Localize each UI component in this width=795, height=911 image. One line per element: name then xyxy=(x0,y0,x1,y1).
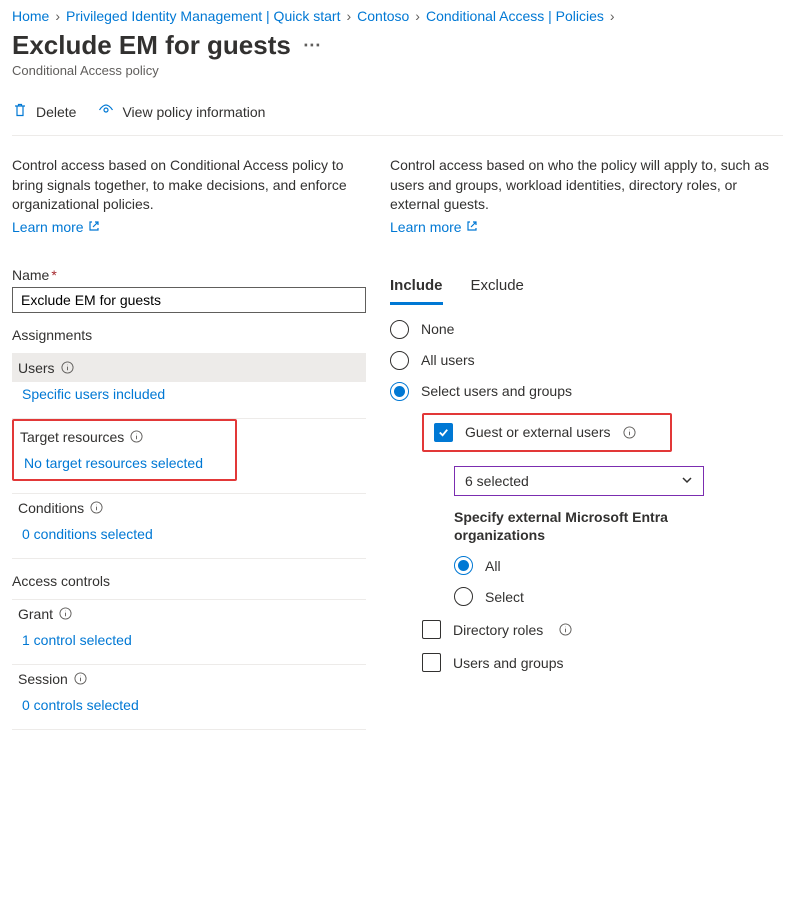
name-input[interactable] xyxy=(12,287,366,313)
checkbox-directory-roles[interactable]: Directory roles xyxy=(422,620,770,639)
target-resources-value-link[interactable]: No target resources selected xyxy=(14,451,213,475)
view-policy-info-button[interactable]: View policy information xyxy=(98,102,265,121)
session-value-link[interactable]: 0 controls selected xyxy=(12,693,149,717)
tab-exclude[interactable]: Exclude xyxy=(471,271,524,305)
tab-include[interactable]: Include xyxy=(390,271,443,305)
more-actions-button[interactable]: ⋯ xyxy=(303,35,323,56)
page-title: Exclude EM for guests xyxy=(12,30,291,61)
guest-external-users-highlight: Guest or external users xyxy=(422,413,672,452)
external-link-icon xyxy=(466,219,478,235)
info-icon[interactable] xyxy=(74,672,87,685)
chevron-down-icon xyxy=(681,473,693,489)
radio-all-users-label: All users xyxy=(421,352,475,368)
radio-icon xyxy=(454,587,473,606)
learn-more-link-users[interactable]: Learn more xyxy=(390,219,478,235)
delete-button[interactable]: Delete xyxy=(12,102,76,121)
info-icon[interactable] xyxy=(130,430,143,443)
radio-icon xyxy=(454,556,473,575)
users-label: Users xyxy=(18,360,55,376)
chevron-right-icon: › xyxy=(55,8,60,24)
chevron-right-icon: › xyxy=(610,8,615,24)
info-icon[interactable] xyxy=(59,607,72,620)
info-icon[interactable] xyxy=(623,426,636,439)
name-label: Name xyxy=(12,267,49,283)
checkbox-icon xyxy=(422,653,441,672)
radio-all-users[interactable]: All users xyxy=(390,351,770,370)
radio-icon xyxy=(390,351,409,370)
users-group-header[interactable]: Users xyxy=(12,354,366,382)
session-label: Session xyxy=(18,671,68,687)
breadcrumb-ca-policies[interactable]: Conditional Access | Policies xyxy=(426,8,604,24)
learn-more-label: Learn more xyxy=(12,219,84,235)
learn-more-link[interactable]: Learn more xyxy=(12,219,100,235)
chevron-right-icon: › xyxy=(346,8,351,24)
grant-group-header[interactable]: Grant xyxy=(12,600,366,628)
access-controls-heading: Access controls xyxy=(12,573,366,589)
command-bar: Delete View policy information xyxy=(12,96,783,136)
checkbox-icon xyxy=(434,423,453,442)
grant-value-link[interactable]: 1 control selected xyxy=(12,628,142,652)
eye-icon xyxy=(98,102,114,121)
trash-icon xyxy=(12,102,28,121)
radio-select-users-label: Select users and groups xyxy=(421,383,572,399)
conditions-value-link[interactable]: 0 conditions selected xyxy=(12,522,163,546)
dropdown-value: 6 selected xyxy=(465,473,529,489)
radio-select-users-groups[interactable]: Select users and groups xyxy=(390,382,770,401)
delete-label: Delete xyxy=(36,104,76,120)
checkbox-users-and-groups[interactable]: Users and groups xyxy=(422,653,770,672)
radio-none[interactable]: None xyxy=(390,320,770,339)
guest-types-dropdown[interactable]: 6 selected xyxy=(454,466,704,496)
info-icon[interactable] xyxy=(559,623,572,636)
policy-description: Control access based on Conditional Acce… xyxy=(12,156,366,215)
info-icon[interactable] xyxy=(90,501,103,514)
chevron-right-icon: › xyxy=(415,8,420,24)
directory-roles-label: Directory roles xyxy=(453,622,543,638)
external-link-icon xyxy=(88,219,100,235)
grant-label: Grant xyxy=(18,606,53,622)
guest-external-users-label: Guest or external users xyxy=(465,424,611,440)
breadcrumb-contoso[interactable]: Contoso xyxy=(357,8,409,24)
radio-icon xyxy=(390,382,409,401)
conditions-label: Conditions xyxy=(18,500,84,516)
assignments-heading: Assignments xyxy=(12,327,366,343)
learn-more-label: Learn more xyxy=(390,219,462,235)
breadcrumb: Home › Privileged Identity Management | … xyxy=(12,8,783,24)
radio-orgs-select[interactable]: Select xyxy=(454,587,770,606)
radio-orgs-all[interactable]: All xyxy=(454,556,770,575)
radio-icon xyxy=(390,320,409,339)
users-panel-description: Control access based on who the policy w… xyxy=(390,156,770,215)
view-policy-info-label: View policy information xyxy=(122,104,265,120)
breadcrumb-pim[interactable]: Privileged Identity Management | Quick s… xyxy=(66,8,340,24)
breadcrumb-home[interactable]: Home xyxy=(12,8,49,24)
users-and-groups-label: Users and groups xyxy=(453,655,564,671)
radio-none-label: None xyxy=(421,321,454,337)
users-value-link[interactable]: Specific users included xyxy=(12,382,175,406)
info-icon[interactable] xyxy=(61,361,74,374)
target-resources-label: Target resources xyxy=(20,429,124,445)
checkbox-icon xyxy=(422,620,441,639)
required-indicator: * xyxy=(51,267,56,283)
external-orgs-heading: Specify external Microsoft Entra organiz… xyxy=(454,508,694,544)
session-group-header[interactable]: Session xyxy=(12,665,366,693)
radio-orgs-select-label: Select xyxy=(485,589,524,605)
page-subtitle: Conditional Access policy xyxy=(12,63,783,78)
radio-orgs-all-label: All xyxy=(485,558,501,574)
target-resources-group-header[interactable]: Target resources xyxy=(14,423,235,451)
checkbox-guest-external-users[interactable]: Guest or external users xyxy=(434,423,611,442)
conditions-group-header[interactable]: Conditions xyxy=(12,494,366,522)
